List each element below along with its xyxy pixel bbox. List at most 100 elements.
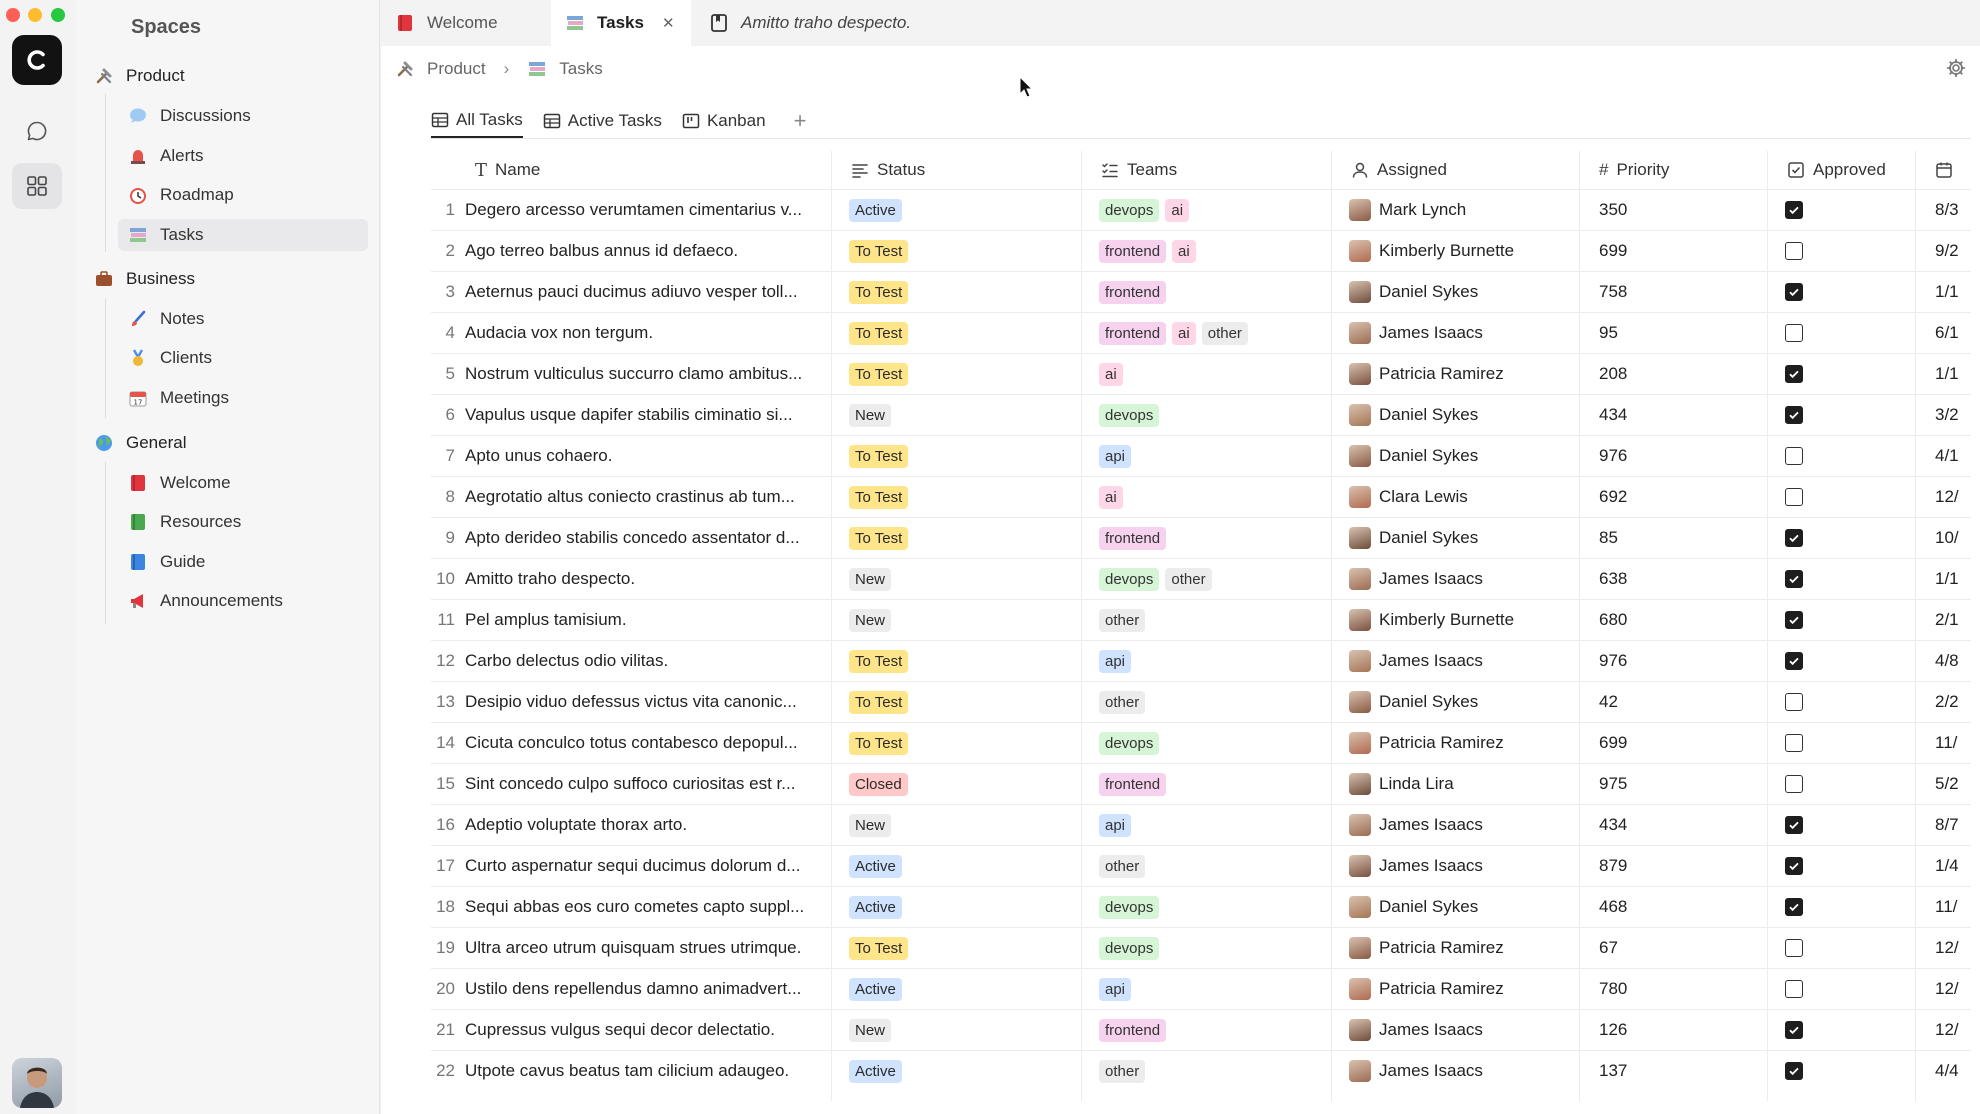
status-cell[interactable]: To Test (849, 518, 1079, 558)
assigned-cell[interactable]: Kimberly Burnette (1349, 231, 1581, 271)
approved-cell[interactable] (1785, 395, 1915, 435)
approved-checkbox[interactable] (1785, 816, 1803, 834)
task-name[interactable]: Cupressus vulgus sequi decor delectatio. (465, 1010, 817, 1050)
task-name[interactable]: Desipio viduo defessus victus vita canon… (465, 682, 817, 722)
teams-cell[interactable]: api (1099, 436, 1333, 476)
assigned-cell[interactable]: Mark Lynch (1349, 190, 1581, 230)
priority-value[interactable]: 350 (1599, 190, 1769, 230)
assigned-cell[interactable]: Linda Lira (1349, 764, 1581, 804)
approved-checkbox[interactable] (1785, 529, 1803, 547)
close-icon[interactable]: ✕ (662, 14, 675, 32)
assigned-cell[interactable]: James Isaacs (1349, 1051, 1581, 1091)
teams-cell[interactable]: other (1099, 1051, 1333, 1091)
approved-cell[interactable] (1785, 1010, 1915, 1050)
table-row[interactable]: 20 Ustilo dens repellendus damno animadve… (431, 968, 1971, 1009)
task-name[interactable]: Aegrotatio altus coniecto crastinus ab t… (465, 477, 817, 517)
minimize-window-button[interactable] (28, 8, 42, 22)
task-name[interactable]: Ultra arceo utrum quisquam strues utrimq… (465, 928, 817, 968)
status-cell[interactable]: To Test (849, 723, 1079, 763)
teams-cell[interactable]: api (1099, 969, 1333, 1009)
column-header-approved[interactable]: Approved (1777, 151, 1917, 189)
approved-cell[interactable] (1785, 436, 1915, 476)
column-header-name[interactable]: T Name (465, 151, 755, 189)
priority-value[interactable]: 780 (1599, 969, 1769, 1009)
date-value[interactable]: 4/8 (1935, 641, 1971, 681)
assigned-cell[interactable]: James Isaacs (1349, 846, 1581, 886)
teams-cell[interactable]: frontend (1099, 764, 1333, 804)
priority-value[interactable]: 85 (1599, 518, 1769, 558)
sidebar-item-guide[interactable]: Guide (118, 546, 368, 578)
approved-checkbox[interactable] (1785, 980, 1803, 998)
teams-cell[interactable]: other (1099, 600, 1333, 640)
priority-value[interactable]: 42 (1599, 682, 1769, 722)
assigned-cell[interactable]: Daniel Sykes (1349, 518, 1581, 558)
space-business[interactable]: Business (94, 264, 195, 294)
tab-welcome[interactable]: Welcome (381, 0, 547, 46)
table-row[interactable]: 18 Sequi abbas eos curo cometes capto sup… (431, 886, 1971, 927)
sidebar-item-resources[interactable]: Resources (118, 506, 368, 538)
approved-checkbox[interactable] (1785, 570, 1803, 588)
priority-value[interactable]: 67 (1599, 928, 1769, 968)
approved-cell[interactable] (1785, 190, 1915, 230)
assigned-cell[interactable]: James Isaacs (1349, 559, 1581, 599)
status-cell[interactable]: New (849, 1010, 1079, 1050)
status-cell[interactable]: New (849, 805, 1079, 845)
table-row[interactable]: 9 Apto derideo stabilis concedo assentato… (431, 517, 1971, 558)
table-row[interactable]: 6 Vapulus usque dapifer stabilis ciminati… (431, 394, 1971, 435)
date-value[interactable]: 1/1 (1935, 354, 1971, 394)
date-value[interactable]: 1/1 (1935, 272, 1971, 312)
approved-cell[interactable] (1785, 969, 1915, 1009)
maximize-window-button[interactable] (51, 8, 65, 22)
status-cell[interactable]: To Test (849, 641, 1079, 681)
view-all-tasks[interactable]: All Tasks (431, 104, 523, 138)
date-value[interactable]: 11/ (1935, 887, 1971, 927)
table-row[interactable]: 5 Nostrum vulticulus succurro clamo ambit… (431, 353, 1971, 394)
date-value[interactable]: 5/2 (1935, 764, 1971, 804)
approved-checkbox[interactable] (1785, 242, 1803, 260)
task-name[interactable]: Degero arcesso verumtamen cimentarius v.… (465, 190, 817, 230)
approved-cell[interactable] (1785, 272, 1915, 312)
teams-cell[interactable]: other (1099, 846, 1333, 886)
status-cell[interactable]: Active (849, 190, 1079, 230)
priority-value[interactable]: 638 (1599, 559, 1769, 599)
approved-cell[interactable] (1785, 518, 1915, 558)
teams-cell[interactable]: api (1099, 641, 1333, 681)
teams-cell[interactable]: devops (1099, 887, 1333, 927)
assigned-cell[interactable]: James Isaacs (1349, 805, 1581, 845)
teams-cell[interactable]: frontend (1099, 518, 1333, 558)
task-name[interactable]: Curto aspernatur sequi ducimus dolorum d… (465, 846, 817, 886)
table-row[interactable]: 2 Ago terreo balbus annus id defaeco. To T… (431, 230, 1971, 271)
column-header-date[interactable] (1925, 151, 1971, 189)
space-general[interactable]: General (94, 428, 186, 458)
date-value[interactable]: 1/1 (1935, 559, 1971, 599)
date-value[interactable]: 1/4 (1935, 846, 1971, 886)
view-active-tasks[interactable]: Active Tasks (543, 104, 662, 138)
teams-cell[interactable]: devops other (1099, 559, 1333, 599)
approved-cell[interactable] (1785, 354, 1915, 394)
priority-value[interactable]: 975 (1599, 764, 1769, 804)
approved-checkbox[interactable] (1785, 939, 1803, 957)
approved-cell[interactable] (1785, 559, 1915, 599)
table-row[interactable]: 12 Carbo delectus odio vilitas. To Test api… (431, 640, 1971, 681)
table-row[interactable]: 22 Utpote cavus beatus tam cilicium adaug… (431, 1050, 1971, 1091)
approved-cell[interactable] (1785, 231, 1915, 271)
approved-cell[interactable] (1785, 764, 1915, 804)
approved-checkbox[interactable] (1785, 447, 1803, 465)
status-cell[interactable]: New (849, 600, 1079, 640)
assigned-cell[interactable]: Patricia Ramirez (1349, 928, 1581, 968)
date-value[interactable]: 4/4 (1935, 1051, 1971, 1091)
table-row[interactable]: 16 Adeptio voluptate thorax arto. New api Ja… (431, 804, 1971, 845)
table-row[interactable]: 11 Pel amplus tamisium. New other Kimberly B… (431, 599, 1971, 640)
task-name[interactable]: Carbo delectus odio vilitas. (465, 641, 817, 681)
date-value[interactable]: 8/3 (1935, 190, 1971, 230)
app-logo[interactable] (12, 35, 62, 85)
approved-cell[interactable] (1785, 641, 1915, 681)
priority-value[interactable]: 680 (1599, 600, 1769, 640)
teams-cell[interactable]: api (1099, 805, 1333, 845)
approved-checkbox[interactable] (1785, 857, 1803, 875)
chat-nav-button[interactable] (12, 108, 62, 154)
table-row[interactable]: 7 Apto unus cohaero. To Test api Daniel Syke… (431, 435, 1971, 476)
task-name[interactable]: Pel amplus tamisium. (465, 600, 817, 640)
teams-cell[interactable]: other (1099, 682, 1333, 722)
breadcrumb-product[interactable]: Product (427, 59, 486, 79)
